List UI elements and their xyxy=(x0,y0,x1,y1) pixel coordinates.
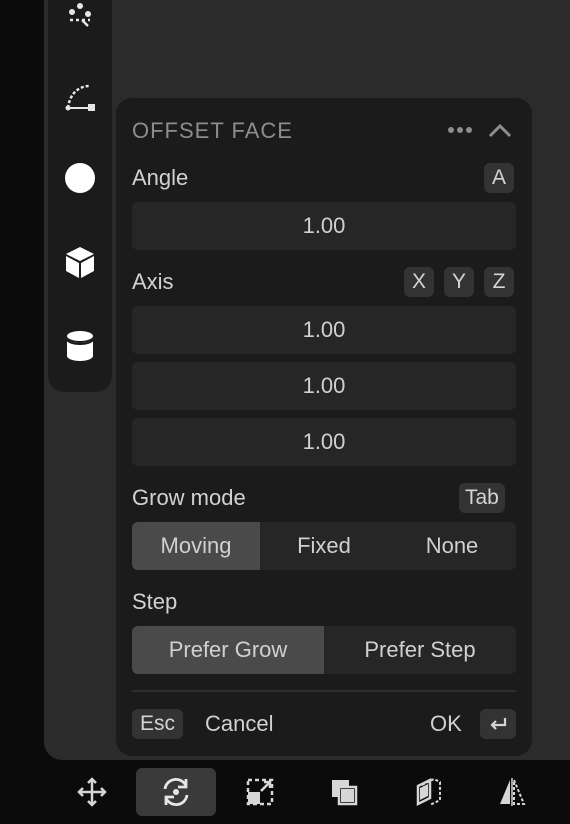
offset-face-icon xyxy=(416,777,441,807)
curve-tool-button[interactable] xyxy=(56,74,104,118)
mirror-icon xyxy=(500,778,526,806)
return-icon xyxy=(490,718,507,730)
angle-shortcut: A xyxy=(484,163,514,193)
cube-tool-button[interactable] xyxy=(56,240,104,284)
collapse-button[interactable] xyxy=(486,116,514,144)
offset-face-panel: OFFSET FACE Angle A 1.00 Axis X Y Z 1.00… xyxy=(116,98,532,756)
mirror-button[interactable] xyxy=(472,768,552,816)
chevron-up-icon xyxy=(488,123,512,138)
axis-x-shortcut: X xyxy=(404,267,434,297)
boolean-button[interactable] xyxy=(304,768,384,816)
bottom-toolbar xyxy=(44,760,570,824)
axis-label: Axis xyxy=(132,269,174,294)
axis-z-input[interactable]: 1.00 xyxy=(132,418,516,466)
rotate-button[interactable] xyxy=(136,768,216,816)
more-options-button[interactable] xyxy=(446,116,474,144)
cancel-button[interactable]: Cancel xyxy=(205,711,273,737)
step-label: Step xyxy=(132,589,178,614)
offset-face-button[interactable] xyxy=(388,768,468,816)
grow-mode-none[interactable]: None xyxy=(388,522,516,570)
step-prefer-grow[interactable]: Prefer Grow xyxy=(132,626,324,674)
grow-mode-moving[interactable]: Moving xyxy=(132,522,260,570)
scatter-icon xyxy=(69,3,91,27)
cylinder-icon xyxy=(66,331,94,361)
angle-label: Angle xyxy=(132,165,189,190)
move-button[interactable] xyxy=(52,768,132,816)
enter-key xyxy=(480,709,516,739)
step-prefer-step[interactable]: Prefer Step xyxy=(324,626,516,674)
cylinder-tool-button[interactable] xyxy=(56,324,104,368)
ok-button[interactable]: OK xyxy=(430,711,462,737)
rotate-icon xyxy=(163,777,189,807)
curve-icon xyxy=(65,84,95,111)
cube-icon xyxy=(66,247,94,278)
footer-divider xyxy=(132,690,516,692)
left-toolbar xyxy=(48,0,112,392)
axis-y-shortcut: Y xyxy=(444,267,474,297)
step-selector: Prefer Grow Prefer Step xyxy=(132,626,516,674)
grow-mode-selector: Moving Fixed None xyxy=(132,522,516,570)
sphere-icon xyxy=(65,163,95,193)
panel-title: OFFSET FACE xyxy=(132,118,293,143)
axis-x-input[interactable]: 1.00 xyxy=(132,306,516,354)
angle-input[interactable]: 1.00 xyxy=(132,202,516,250)
escape-key: Esc xyxy=(132,709,184,739)
axis-y-input[interactable]: 1.00 xyxy=(132,362,516,410)
grow-mode-shortcut: Tab xyxy=(459,483,505,513)
move-icon xyxy=(77,777,107,807)
ellipsis-icon xyxy=(448,127,472,133)
sphere-tool-button[interactable] xyxy=(56,156,104,200)
axis-z-shortcut: Z xyxy=(484,267,514,297)
panel-header: OFFSET FACE xyxy=(132,114,516,144)
scale-button[interactable] xyxy=(220,768,300,816)
grow-mode-label: Grow mode xyxy=(132,485,246,510)
scale-icon xyxy=(246,778,274,806)
scatter-tool-button[interactable] xyxy=(56,0,104,32)
grow-mode-fixed[interactable]: Fixed xyxy=(260,522,388,570)
boolean-icon xyxy=(332,780,358,806)
